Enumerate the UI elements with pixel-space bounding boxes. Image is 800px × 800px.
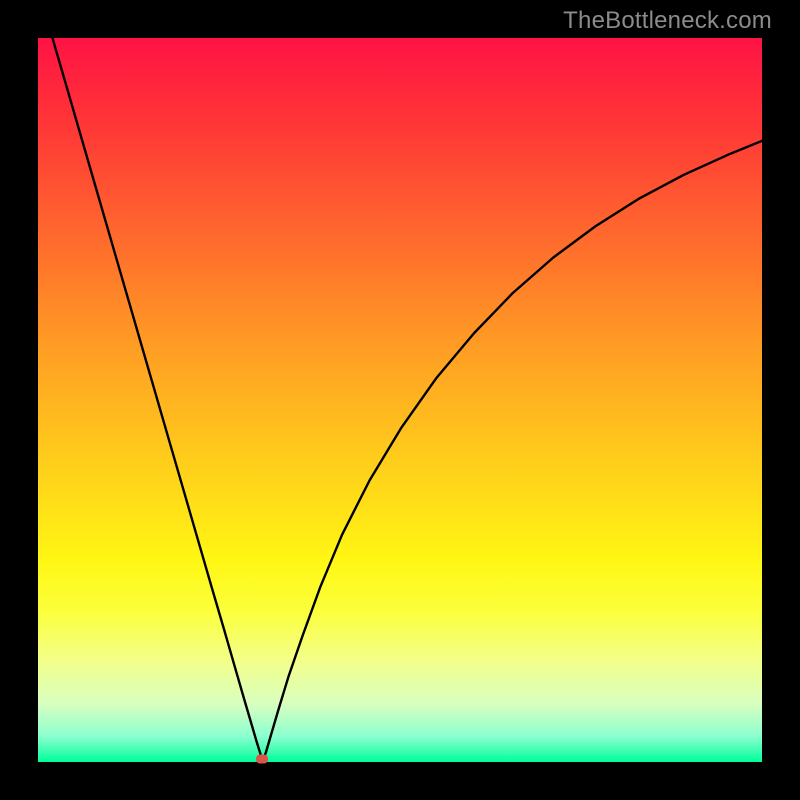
watermark-text: TheBottleneck.com xyxy=(563,7,772,35)
curve-layer xyxy=(38,38,762,762)
optimal-point-marker xyxy=(256,755,268,764)
bottleneck-curve xyxy=(52,38,762,762)
plot-area xyxy=(38,38,762,762)
chart-frame: TheBottleneck.com xyxy=(0,0,800,800)
